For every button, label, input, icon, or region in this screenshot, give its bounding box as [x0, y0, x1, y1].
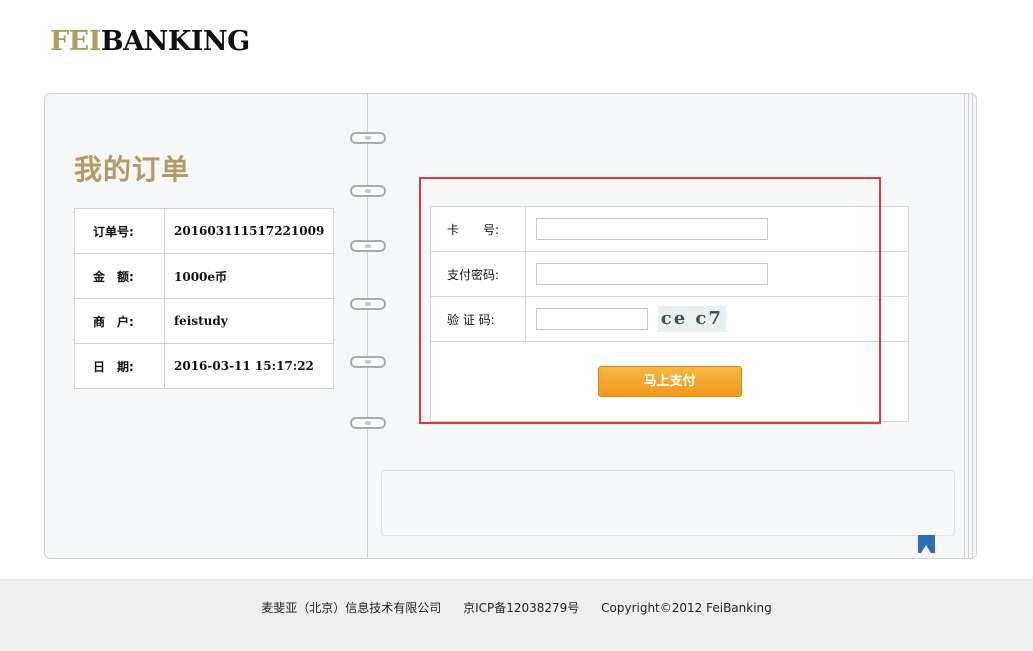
page-edge — [964, 94, 965, 558]
order-number-value: 201603111517221009 — [164, 208, 334, 254]
bookmark-icon — [918, 535, 935, 553]
notebook-panel: 我的订单 订单号: 201603111517221009 金 额: 1000e币… — [44, 93, 977, 559]
logo-suffix: BANKING — [100, 26, 250, 57]
logo-prefix: FEI — [50, 26, 101, 57]
logo: FEIBANKING — [50, 26, 250, 57]
table-row: 订单号: 201603111517221009 — [74, 208, 334, 254]
binder-ring-icon — [350, 132, 386, 144]
amount-value: 1000e币 — [164, 253, 334, 299]
page-divider — [367, 94, 368, 558]
table-row: 金 额: 1000e币 — [74, 253, 334, 299]
binder-ring-icon — [350, 185, 386, 197]
date-label: 日 期: — [74, 343, 165, 389]
footer-copyright: Copyright©2012 FeiBanking — [601, 601, 772, 615]
merchant-label: 商 户: — [74, 298, 165, 344]
order-table: 订单号: 201603111517221009 金 额: 1000e币 商 户:… — [74, 208, 334, 389]
table-row: 日 期: 2016-03-11 15:17:22 — [74, 343, 334, 389]
binder-ring-icon — [350, 356, 386, 368]
note-box — [381, 470, 955, 536]
order-summary-panel: 我的订单 订单号: 201603111517221009 金 额: 1000e币… — [45, 94, 367, 558]
table-row: 商 户: feistudy — [74, 298, 334, 344]
page-edge — [968, 94, 969, 558]
page-edge — [972, 94, 973, 558]
highlight-frame — [419, 177, 881, 424]
merchant-value: feistudy — [164, 298, 334, 344]
date-value: 2016-03-11 15:17:22 — [164, 343, 334, 389]
order-number-label: 订单号: — [74, 208, 165, 254]
binder-ring-icon — [350, 298, 386, 310]
binder-ring-icon — [350, 417, 386, 429]
amount-label: 金 额: — [74, 253, 165, 299]
footer-icp: 京ICP备12038279号 — [463, 601, 580, 615]
binder-ring-icon — [350, 240, 386, 252]
footer: 麦斐亚（北京）信息技术有限公司 京ICP备12038279号 Copyright… — [0, 579, 1033, 651]
page-title: 我的订单 — [74, 153, 191, 186]
footer-company: 麦斐亚（北京）信息技术有限公司 — [261, 601, 442, 615]
